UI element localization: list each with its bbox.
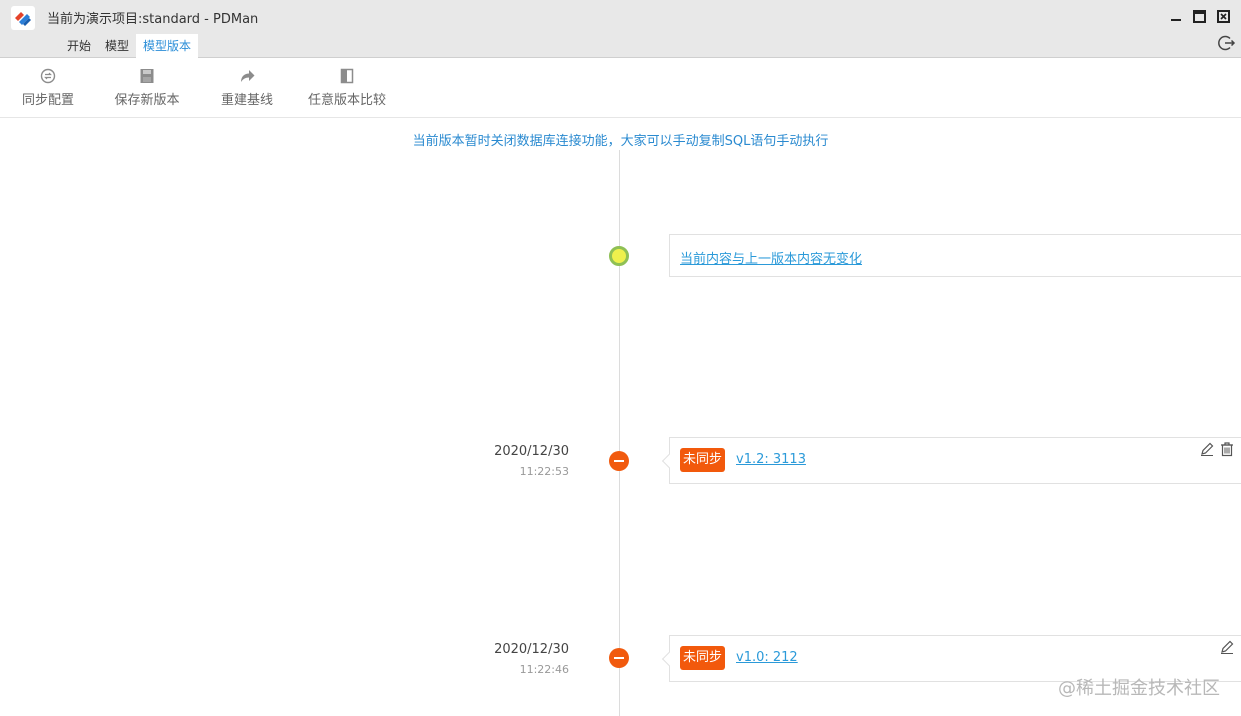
compare-versions-button[interactable]: 任意版本比较: [303, 68, 391, 112]
watermark: @稀土掘金技术社区: [1058, 678, 1220, 699]
maximize-button[interactable]: [1191, 8, 1207, 24]
tab-model-version[interactable]: 模型版本: [136, 34, 199, 58]
minimize-icon: [1171, 19, 1181, 21]
logout-icon: [1218, 35, 1236, 51]
window-title: 当前为演示项目:standard - PDMan: [47, 12, 259, 27]
minimize-button[interactable]: [1168, 8, 1184, 24]
trash-icon: [1221, 442, 1233, 457]
timeline-line: [619, 150, 620, 716]
version-status-dot: [609, 648, 629, 668]
version-date: 2020/12/30: [494, 642, 569, 657]
pencil-icon: [1221, 640, 1234, 654]
edit-button[interactable]: [1199, 441, 1215, 457]
card-pointer: [661, 453, 677, 469]
version-time: 11:22:46: [519, 663, 569, 676]
compare-icon: [340, 68, 354, 84]
current-version-dot: [609, 246, 629, 266]
sync-config-button[interactable]: 同步配置: [18, 68, 78, 112]
rebuild-baseline-button[interactable]: 重建基线: [217, 68, 277, 112]
pencil-icon: [1201, 442, 1214, 456]
pdman-logo-icon: [11, 6, 35, 30]
close-icon: [1216, 9, 1230, 23]
tab-model[interactable]: 模型: [98, 34, 136, 58]
card-pointer: [661, 651, 677, 667]
toolbar: 同步配置 保存新版本 重建基线 任意版本比较: [0, 58, 1241, 118]
sync-config-label: 同步配置: [21, 93, 74, 108]
logout-button[interactable]: [1218, 34, 1236, 52]
sync-status-badge: 未同步: [680, 448, 726, 472]
main-tabs: 开始 模型 模型版本: [60, 34, 199, 58]
tab-start[interactable]: 开始: [60, 34, 98, 58]
sync-status-badge: 未同步: [680, 646, 726, 670]
compare-versions-label: 任意版本比较: [307, 93, 386, 108]
share-arrow-icon: [241, 70, 255, 82]
current-change-link[interactable]: 当前内容与上一版本内容无变化: [680, 248, 862, 267]
delete-button[interactable]: [1219, 441, 1235, 457]
save-new-version-label: 保存新版本: [114, 93, 180, 108]
rebuild-baseline-label: 重建基线: [220, 93, 273, 108]
version-time: 11:22:53: [519, 465, 569, 478]
maximize-icon: [1192, 9, 1206, 23]
notice-message: 当前版本暂时关闭数据库连接功能，大家可以手动复制SQL语句手动执行: [412, 134, 829, 149]
title-bar: 当前为演示项目:standard - PDMan 开始 模型 模型版本: [0, 0, 1241, 58]
save-new-version-button[interactable]: 保存新版本: [110, 68, 184, 112]
close-button[interactable]: [1215, 8, 1231, 24]
current-change-card: 当前内容与上一版本内容无变化: [669, 234, 1241, 277]
version-date: 2020/12/30: [494, 444, 569, 459]
version-link[interactable]: v1.2: 3113: [736, 452, 806, 467]
save-icon: [140, 69, 154, 83]
edit-button[interactable]: [1219, 639, 1235, 655]
version-status-dot: [609, 451, 629, 471]
version-link[interactable]: v1.0: 212: [736, 650, 798, 665]
version-card: 未同步 v1.2: 3113: [661, 437, 1241, 484]
sync-icon: [40, 68, 56, 84]
